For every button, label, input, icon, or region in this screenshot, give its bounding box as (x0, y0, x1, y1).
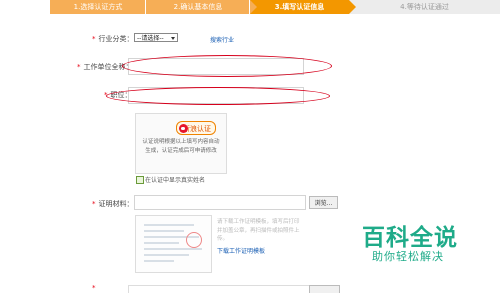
step-3-active: 3.填写认证信息 (250, 0, 356, 14)
download-template-link[interactable]: 下载工作证明模板 (217, 246, 265, 255)
weibo-verify-card: 新浪认证 认证说明根据以上填写内容自动生成，认证完成后可申请修改 (135, 113, 227, 174)
proof-file-input[interactable] (134, 195, 306, 210)
proof-instructions: 请下载工作证明模板，填写后打印并加盖公章，再扫描件或拍照件上传。 (217, 219, 300, 242)
weibo-icon (179, 124, 188, 133)
step-2: 2.确认基本信息 (146, 0, 257, 14)
proof-label: * 证明材料： (92, 200, 134, 208)
annotation-oval (106, 87, 330, 105)
search-industry-link[interactable]: 搜索行业 (210, 35, 234, 44)
weibo-description: 认证说明根据以上填写内容自动生成，认证完成后可申请修改 (142, 139, 220, 154)
proof-sample-image (135, 215, 212, 273)
industry-label: * 行业分类： (92, 35, 134, 43)
show-real-name-label: 在认证中显示真实姓名 (145, 177, 206, 184)
step-4-label: 4.等待认证通过 (400, 3, 449, 11)
industry-select[interactable]: --请选择-- (134, 33, 178, 42)
watermark-title: 百科全说 (362, 225, 458, 251)
browse-button[interactable]: 浏览... (309, 196, 338, 209)
required-mark: * (92, 35, 96, 43)
required-mark: * (92, 200, 96, 208)
weibo-verify-button[interactable]: 新浪认证 (176, 121, 216, 135)
watermark-logo: 百科全说 助你轻松解决 (355, 218, 475, 270)
required-mark: * (77, 63, 81, 71)
show-real-name-checkbox[interactable] (136, 176, 144, 184)
progress-steps: 1.选择认证方式 2.确认基本信息 3.填写认证信息 4.等待认证通过 (50, 0, 500, 14)
step-4: 4.等待认证通过 (349, 0, 500, 14)
stamp-icon (186, 232, 202, 248)
watermark-subtitle: 助你轻松解决 (372, 250, 444, 263)
step-1-label: 1.选择认证方式 (73, 3, 123, 11)
annotation-oval (122, 55, 332, 77)
step-2-label: 2.确认基本信息 (173, 3, 223, 11)
step-1: 1.选择认证方式 (50, 0, 153, 14)
step-3-label: 3.填写认证信息 (274, 3, 325, 11)
chevron-down-icon (171, 37, 175, 40)
required-mark: * (92, 284, 96, 292)
